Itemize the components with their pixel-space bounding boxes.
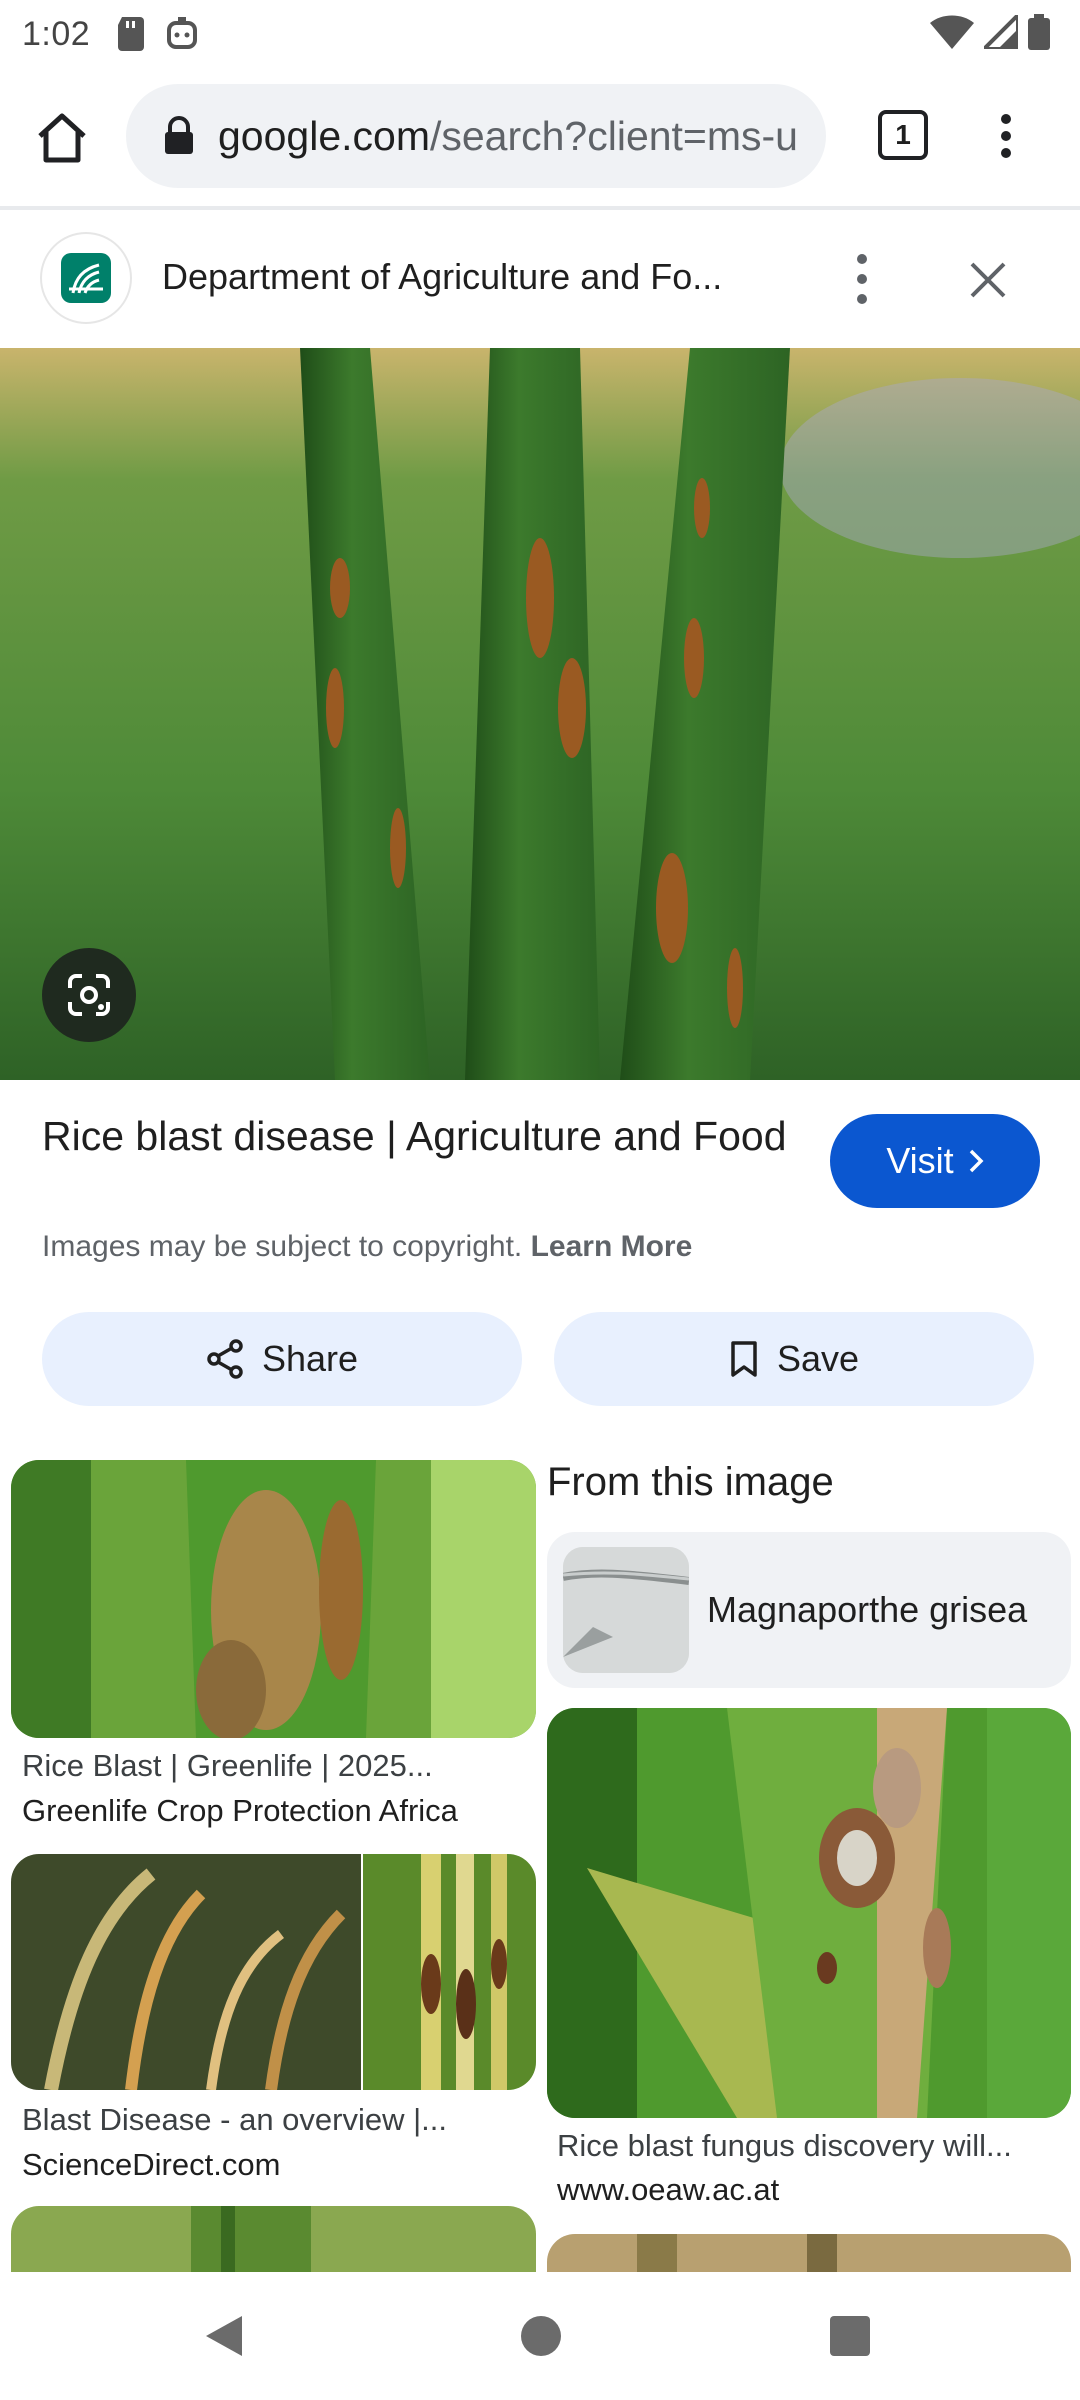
- bookmark-icon: [731, 1341, 757, 1377]
- entity-card[interactable]: Magnaporthe grisea: [547, 1532, 1071, 1688]
- related-caption[interactable]: Rice blast fungus discovery will...: [557, 2128, 1012, 2164]
- status-bar: 1:02: [0, 0, 1080, 68]
- copyright-notice: Images may be subject to copyright. Lear…: [42, 1230, 692, 1264]
- tab-count: 1: [895, 119, 911, 150]
- back-icon[interactable]: [204, 2314, 244, 2358]
- related-caption[interactable]: Rice Blast | Greenlife | 2025...: [22, 1748, 433, 1784]
- rice-leaves-image: [0, 348, 1080, 1080]
- wifi-icon: [930, 15, 974, 49]
- lock-icon: [165, 116, 193, 154]
- site-more-icon[interactable]: [848, 254, 876, 304]
- entity-name: Magnaporthe grisea: [707, 1589, 1028, 1630]
- lens-search-button[interactable]: [42, 948, 136, 1042]
- close-icon[interactable]: [966, 258, 1010, 302]
- tab-switcher-button[interactable]: 1: [878, 110, 928, 160]
- site-logo: [42, 234, 130, 322]
- visit-button[interactable]: Visit: [830, 1114, 1040, 1208]
- home-nav-icon[interactable]: [521, 2316, 561, 2356]
- related-caption[interactable]: Blast Disease - an overview |...: [22, 2102, 447, 2138]
- share-button[interactable]: Share: [42, 1312, 522, 1406]
- assistant-icon: [167, 17, 198, 49]
- battery-icon: [1028, 14, 1050, 50]
- share-label: Share: [261, 1338, 359, 1379]
- sd-card-icon: [118, 17, 145, 51]
- status-time: 1:02: [22, 14, 91, 53]
- site-header: Department of Agriculture and Fo...: [0, 210, 1080, 348]
- save-button[interactable]: Save: [554, 1312, 1034, 1406]
- entity-thumbnail: [563, 1547, 689, 1673]
- chevron-right-icon: [969, 1149, 984, 1173]
- recents-icon[interactable]: [830, 2316, 870, 2356]
- related-image-greenlife[interactable]: [11, 1460, 536, 1738]
- system-navigation-bar: [0, 2272, 1080, 2400]
- url-path: /search?client=ms-u: [429, 112, 798, 159]
- related-image-oeaw[interactable]: [547, 1708, 1071, 2118]
- share-icon: [207, 1339, 243, 1379]
- browser-toolbar: google.com/search?client=ms-u 1: [0, 70, 1080, 205]
- from-this-image-heading: From this image: [547, 1460, 834, 1504]
- site-title[interactable]: Department of Agriculture and Fo...: [162, 256, 722, 298]
- related-source: www.oeaw.ac.at: [557, 2172, 780, 2207]
- hero-image[interactable]: [0, 348, 1080, 1080]
- address-bar[interactable]: google.com/search?client=ms-u: [126, 84, 826, 188]
- result-title[interactable]: Rice blast disease | Agriculture and Foo…: [42, 1110, 802, 1162]
- browser-menu-icon[interactable]: [990, 108, 1022, 164]
- copyright-text: Images may be subject to copyright.: [42, 1230, 523, 1263]
- url-text: google.com/search?client=ms-u: [218, 113, 798, 160]
- signal-icon: [984, 15, 1018, 49]
- related-image-sciencedirect[interactable]: [11, 1854, 536, 2090]
- related-source: Greenlife Crop Protection Africa: [22, 1793, 458, 1828]
- home-icon[interactable]: [34, 110, 90, 166]
- related-source: ScienceDirect.com: [22, 2147, 281, 2182]
- lens-icon: [68, 974, 110, 1016]
- related-image-partial-left[interactable]: [11, 2206, 536, 2272]
- learn-more-link[interactable]: Learn More: [531, 1230, 693, 1263]
- url-domain: google.com: [218, 112, 430, 159]
- related-image-partial-right[interactable]: [547, 2234, 1071, 2272]
- save-label: Save: [776, 1338, 860, 1379]
- visit-label: Visit: [886, 1140, 954, 1181]
